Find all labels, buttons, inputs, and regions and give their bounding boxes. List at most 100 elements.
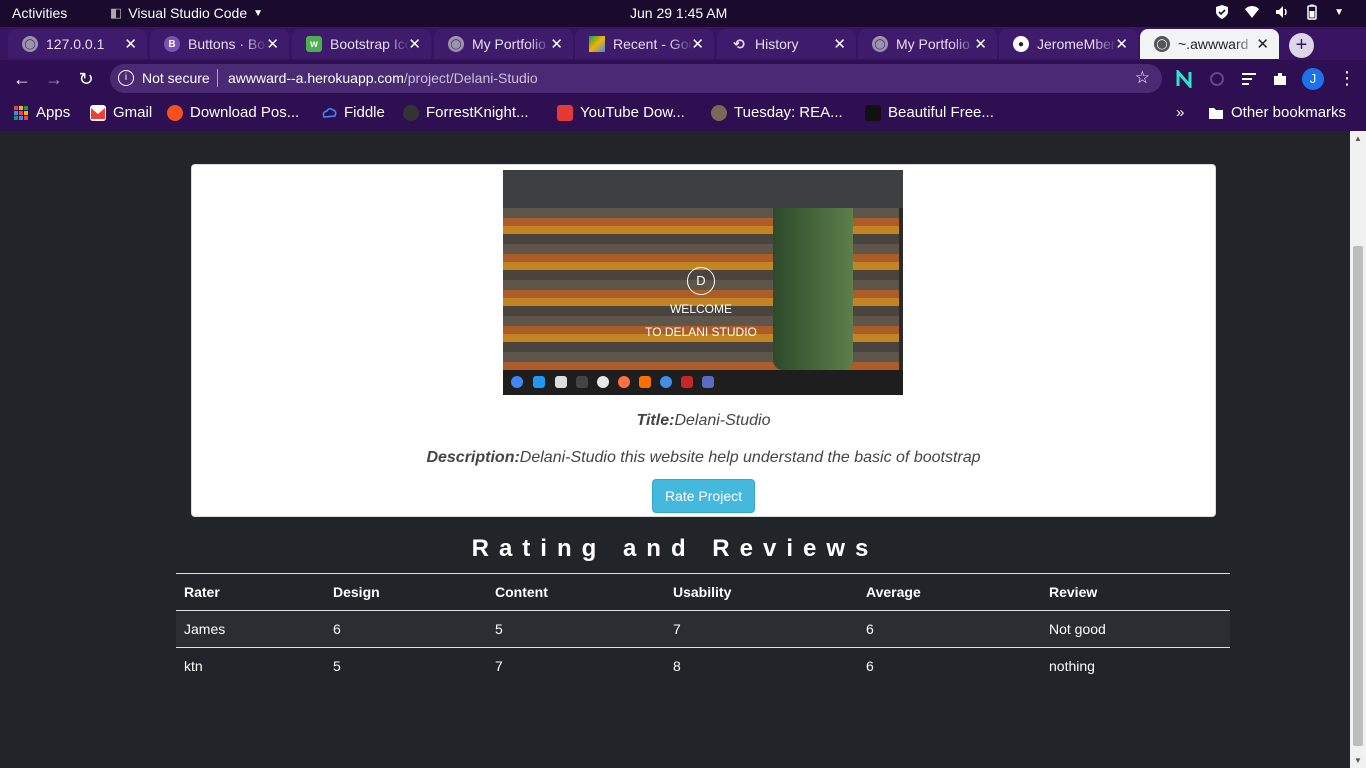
new-tab-button[interactable]: + — [1289, 33, 1314, 58]
extension-n-icon[interactable] — [1175, 67, 1193, 91]
browser-tab[interactable]: ◯ 127.0.0.1 ✕ — [8, 29, 147, 59]
bookmark-gmail[interactable]: Gmail — [90, 104, 152, 121]
close-icon[interactable]: ✕ — [266, 35, 279, 53]
table-cell: 6 — [866, 658, 874, 675]
extensions-puzzle-icon[interactable] — [1271, 70, 1289, 88]
bookmark-label: Fiddle — [344, 104, 385, 121]
table-row: James 6 5 7 6 Not good — [176, 610, 1230, 648]
screenshot-welcome: WELCOME — [669, 302, 732, 316]
tab-label: Buttons · Bootstrap — [188, 36, 268, 52]
rate-project-button[interactable]: Rate Project — [652, 479, 755, 513]
browser-tab[interactable]: ◯ My Portfolio ✕ — [858, 29, 997, 59]
back-arrow-icon[interactable]: ← — [11, 68, 33, 90]
system-top-bar: Activities ◧ Visual Studio Code ▼ Jun 29… — [0, 0, 1366, 27]
scrollbar-thumb[interactable] — [1353, 246, 1363, 746]
browser-toolbar: ← → ↻ i Not secure awwward--a.herokuapp.… — [0, 60, 1366, 98]
title-label: Title: — [636, 412, 675, 429]
security-status[interactable]: Not secure — [142, 70, 210, 86]
bookmarks-overflow-button[interactable]: » — [1176, 104, 1184, 121]
close-icon[interactable]: ✕ — [550, 35, 563, 53]
table-cell: James — [176, 610, 325, 648]
browser-tab[interactable]: B Buttons · Bootstrap ✕ — [150, 29, 289, 59]
address-bar[interactable]: i Not secure awwward--a.herokuapp.com/pr… — [110, 64, 1162, 93]
title-value: Delani-Studio — [674, 412, 771, 429]
browser-tab[interactable]: ◯ My Portfolio ✕ — [434, 29, 573, 59]
screenshot-logo: D — [687, 267, 715, 295]
github-icon: ● — [1013, 36, 1029, 52]
globe-icon: ◯ — [1154, 36, 1170, 52]
forward-arrow-icon[interactable]: → — [43, 68, 65, 90]
screenshot-subtitle: TO DELANI STUDIO — [645, 325, 757, 339]
drive-icon — [589, 36, 605, 52]
browser-tab[interactable]: Recent - Google Drive ✕ — [575, 29, 714, 59]
reading-list-icon[interactable] — [1240, 70, 1258, 88]
apps-icon — [13, 105, 29, 121]
url-text[interactable]: awwward--a.herokuapp.com/project/Delani-… — [228, 70, 538, 86]
bookmark-apps[interactable]: Apps — [13, 104, 70, 121]
close-icon[interactable]: ✕ — [1115, 35, 1128, 53]
scroll-up-icon[interactable]: ▲ — [1354, 134, 1362, 143]
bookmark-tuesday[interactable]: Tuesday: REA... — [711, 104, 843, 121]
table-cell: Not good — [1041, 610, 1230, 648]
history-icon: ⟲ — [733, 35, 745, 52]
profile-avatar[interactable]: J — [1302, 68, 1324, 90]
bookmark-label: ForrestKnight... — [426, 104, 529, 121]
project-description: Description:Delani-Studio this website h… — [192, 449, 1215, 467]
close-icon[interactable]: ✕ — [1256, 35, 1269, 53]
download-icon — [167, 104, 183, 121]
close-icon[interactable]: ✕ — [124, 35, 137, 53]
kebab-menu-icon[interactable]: ⋮ — [1338, 68, 1356, 89]
activities-button[interactable]: Activities — [12, 5, 67, 21]
project-screenshot: D WELCOME TO DELANI STUDIO — [503, 170, 903, 395]
description-label: Description: — [426, 449, 520, 466]
column-header: Usability — [665, 573, 858, 611]
app-menu[interactable]: ◧ Visual Studio Code ▼ — [110, 5, 263, 21]
screenshot-browser-bar — [503, 170, 903, 208]
browser-tab[interactable]: w Bootstrap Icons ✕ — [292, 29, 431, 59]
tab-label: JeromeMberia — [1037, 36, 1117, 52]
browser-chrome: ◯ 127.0.0.1 ✕ B Buttons · Bootstrap ✕ w … — [0, 27, 1366, 131]
bookmark-forrestknight[interactable]: ForrestKnight... — [403, 104, 529, 121]
page-scrollbar[interactable]: ▲ ▼ — [1350, 131, 1366, 768]
chevron-down-icon: ▼ — [1334, 6, 1344, 18]
scroll-down-icon[interactable]: ▼ — [1354, 756, 1362, 765]
vscode-icon: ◧ — [110, 5, 123, 20]
browser-tab-active[interactable]: ◯ ~.awwward ✕ — [1140, 29, 1279, 59]
bookmark-label: YouTube Dow... — [580, 104, 685, 121]
table-cell: 8 — [673, 658, 681, 675]
reviews-table: Rater Design Content Usability Average R… — [176, 573, 1230, 685]
globe-icon: ◯ — [448, 36, 464, 52]
shield-icon — [1214, 4, 1230, 20]
bookmark-youtube-download[interactable]: YouTube Dow... — [557, 104, 685, 121]
tab-label: History — [755, 36, 799, 52]
volume-icon — [1274, 4, 1290, 20]
tab-label: Bootstrap Icons — [330, 36, 410, 52]
close-icon[interactable]: ✕ — [691, 35, 704, 53]
close-icon[interactable]: ✕ — [974, 35, 987, 53]
tab-label: My Portfolio — [472, 36, 546, 52]
bookmark-fiddle[interactable]: Fiddle — [321, 104, 385, 121]
info-icon[interactable]: i — [118, 70, 134, 86]
extension-camera-icon[interactable] — [1208, 70, 1226, 88]
tab-strip: ◯ 127.0.0.1 ✕ B Buttons · Bootstrap ✕ w … — [0, 27, 1366, 60]
bookmark-label: Download Pos... — [190, 104, 300, 121]
bookmark-star-icon[interactable]: ☆ — [1135, 68, 1150, 88]
close-icon[interactable]: ✕ — [833, 35, 846, 53]
table-cell: 6 — [858, 610, 1041, 648]
system-tray[interactable]: ▼ — [1214, 4, 1344, 20]
bookmark-beautiful-free[interactable]: Beautiful Free... — [865, 104, 994, 121]
bookmark-label: Gmail — [113, 104, 153, 121]
battery-icon — [1304, 4, 1320, 20]
folder-icon — [1208, 105, 1224, 121]
browser-tab[interactable]: ● JeromeMberia ✕ — [999, 29, 1138, 59]
bookmark-download-pos[interactable]: Download Pos... — [167, 104, 299, 121]
page-content: D WELCOME TO DELANI STUDIO Title:Delani-… — [0, 131, 1350, 768]
clock[interactable]: Jun 29 1:45 AM — [630, 5, 727, 21]
reload-icon[interactable]: ↻ — [75, 68, 97, 90]
column-header: Content — [487, 573, 665, 611]
browser-tab[interactable]: ⟲ History ✕ — [717, 29, 856, 59]
close-icon[interactable]: ✕ — [408, 35, 421, 53]
wifi-icon — [1244, 4, 1260, 20]
other-bookmarks-folder[interactable]: Other bookmarks — [1208, 104, 1346, 121]
tab-label: My Portfolio — [896, 36, 970, 52]
